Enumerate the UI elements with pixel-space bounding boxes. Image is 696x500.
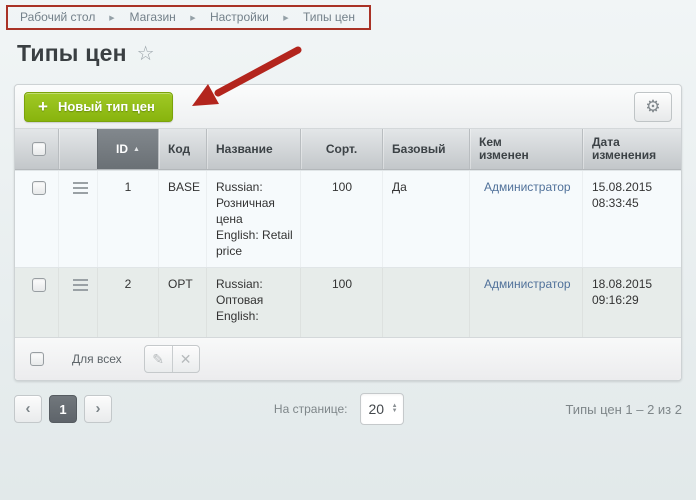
column-header-modified-by[interactable]: Кем изменен — [469, 129, 582, 169]
records-summary: Типы цен 1 – 2 из 2 — [565, 402, 682, 417]
cell-id: 2 — [97, 268, 158, 337]
header-menu-cell — [58, 129, 97, 169]
table-row: 1 BASE Russian: Розничная цена English: … — [15, 170, 681, 267]
column-header-modified-date[interactable]: Дата изменения — [582, 129, 681, 169]
footer-checkbox-cell — [15, 352, 58, 366]
table-row: 2 OPT Russian: Оптовая English: 100 Адми… — [15, 267, 681, 337]
table-footer: Для всех ✎ ✕ — [15, 337, 681, 380]
breadcrumb-item-shop[interactable]: Магазин — [129, 10, 175, 24]
row-menu-button[interactable] — [58, 268, 97, 337]
prev-page-button[interactable]: ‹ — [14, 395, 42, 423]
cell-name-english: English: Retail price — [216, 227, 296, 259]
bulk-actions-group: ✎ ✕ — [144, 345, 200, 373]
cell-name: Russian: Оптовая English: — [206, 268, 300, 337]
column-header-base[interactable]: Базовый — [382, 129, 469, 169]
new-price-type-button[interactable]: + Новый тип цен — [24, 92, 173, 122]
cell-name-russian: Russian: Оптовая — [216, 276, 296, 308]
cell-modified-date: 15.08.2015 08:33:45 — [582, 171, 681, 267]
cell-name-english: English: — [216, 308, 296, 324]
cell-date: 18.08.2015 — [592, 276, 677, 292]
cell-base — [382, 268, 469, 337]
per-page-label: На странице: — [274, 402, 348, 416]
column-header-modified-by-label: Кем изменен — [479, 136, 537, 162]
plus-icon: + — [38, 98, 48, 115]
column-header-code[interactable]: Код — [158, 129, 206, 169]
table-settings-button[interactable]: ⚙ — [634, 92, 672, 122]
modified-by-link[interactable]: Администратор — [484, 277, 571, 291]
cell-date: 15.08.2015 — [592, 179, 677, 195]
row-checkbox[interactable] — [32, 181, 46, 195]
delete-button[interactable]: ✕ — [172, 346, 199, 372]
cell-modified-by: Администратор — [469, 268, 582, 337]
for-all-label: Для всех — [72, 352, 122, 366]
price-types-panel: + Новый тип цен ⚙ ID ▲ Код Название Сорт… — [14, 84, 682, 381]
edit-icon: ✎ — [152, 351, 164, 368]
modified-by-link[interactable]: Администратор — [484, 180, 571, 194]
cell-id: 1 — [97, 171, 158, 267]
cell-base: Да — [382, 171, 469, 267]
breadcrumb-item-price-types[interactable]: Типы цен — [303, 10, 355, 24]
admin-page: Рабочий стол ▶ Магазин ▶ Настройки ▶ Тип… — [0, 0, 696, 500]
favorite-star-icon[interactable]: ☆ — [137, 44, 155, 64]
cell-code: OPT — [158, 268, 206, 337]
column-header-id[interactable]: ID ▲ — [97, 129, 158, 169]
cell-modified-by: Администратор — [469, 171, 582, 267]
header-checkbox-cell — [15, 129, 58, 169]
close-icon: ✕ — [180, 351, 192, 368]
cell-name-russian: Russian: Розничная цена — [216, 179, 296, 227]
per-page-control: На странице: 20 ▲ ▼ — [274, 393, 404, 425]
sort-asc-icon: ▲ — [133, 143, 140, 156]
spinner-icon: ▲ ▼ — [392, 404, 398, 414]
row-checkbox-cell — [15, 268, 58, 337]
page-title: Типы цен — [17, 40, 127, 67]
breadcrumb-item-settings[interactable]: Настройки — [210, 10, 269, 24]
gear-icon: ⚙ — [645, 98, 660, 115]
breadcrumb-separator-icon: ▶ — [110, 13, 116, 21]
breadcrumb-separator-icon: ▶ — [190, 13, 196, 21]
column-header-modified-date-label: Дата изменения — [592, 136, 664, 162]
column-header-id-label: ID — [116, 143, 128, 156]
breadcrumb: Рабочий стол ▶ Магазин ▶ Настройки ▶ Тип… — [6, 5, 371, 30]
toolbar: + Новый тип цен ⚙ — [15, 85, 681, 129]
breadcrumb-item-desktop[interactable]: Рабочий стол — [20, 10, 95, 24]
cell-modified-date: 18.08.2015 09:16:29 — [582, 268, 681, 337]
row-checkbox[interactable] — [32, 278, 46, 292]
current-page-button[interactable]: 1 — [49, 395, 77, 423]
hamburger-icon — [73, 279, 88, 291]
cell-time: 09:16:29 — [592, 292, 677, 308]
breadcrumb-separator-icon: ▶ — [283, 13, 289, 21]
select-all-footer-checkbox[interactable] — [30, 352, 44, 366]
per-page-select[interactable]: 20 ▲ ▼ — [360, 393, 404, 425]
table-header: ID ▲ Код Название Сорт. Базовый Кем изме… — [15, 129, 681, 170]
page-nav: ‹ 1 › — [14, 395, 112, 423]
select-all-checkbox[interactable] — [32, 142, 46, 156]
cell-sort: 100 — [300, 171, 382, 267]
column-header-name[interactable]: Название — [206, 129, 300, 169]
new-price-type-label: Новый тип цен — [58, 99, 155, 114]
column-header-sort[interactable]: Сорт. — [300, 129, 382, 169]
hamburger-icon — [73, 182, 88, 194]
cell-name: Russian: Розничная цена English: Retail … — [206, 171, 300, 267]
row-menu-button[interactable] — [58, 171, 97, 267]
pagination-bar: ‹ 1 › На странице: 20 ▲ ▼ Типы цен 1 – 2… — [14, 393, 682, 425]
cell-time: 08:33:45 — [592, 195, 677, 211]
cell-sort: 100 — [300, 268, 382, 337]
per-page-value: 20 — [369, 401, 392, 417]
cell-code: BASE — [158, 171, 206, 267]
next-page-button[interactable]: › — [84, 395, 112, 423]
edit-button[interactable]: ✎ — [145, 346, 172, 372]
row-checkbox-cell — [15, 171, 58, 267]
